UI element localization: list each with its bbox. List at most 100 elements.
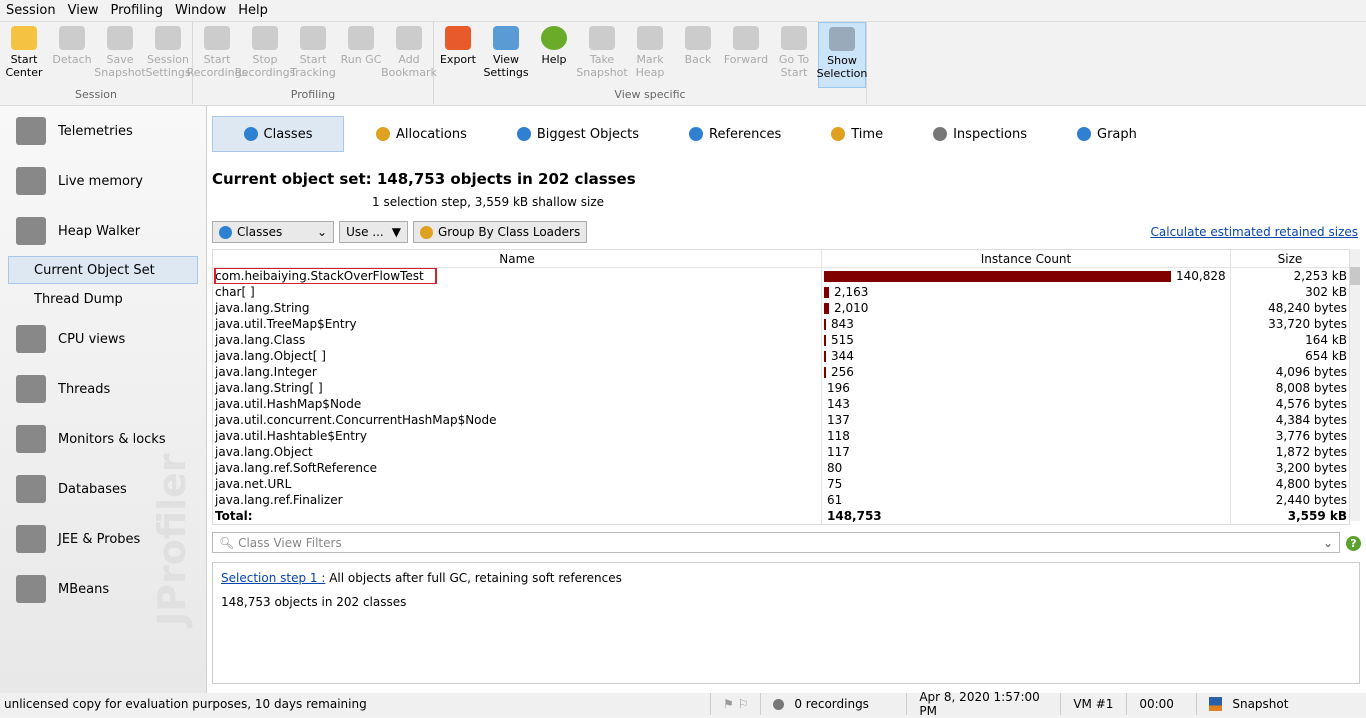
- sidebar-item-threads[interactable]: Threads: [0, 364, 206, 414]
- sidebar-subitem-current-object-set[interactable]: Current Object Set: [8, 256, 198, 284]
- table-row[interactable]: java.util.TreeMap$Entry 843 33,720 bytes: [213, 316, 1349, 332]
- start-center-button[interactable]: Start Center: [0, 22, 48, 88]
- tab-classes[interactable]: Classes: [212, 116, 344, 152]
- clipboard-icon: [155, 26, 181, 50]
- dropdown-arrow-icon: ▼: [391, 225, 401, 239]
- back-button[interactable]: Back: [674, 22, 722, 88]
- stop-recordings-button[interactable]: Stop Recordings: [235, 22, 295, 88]
- size-cell: 1,872 bytes: [1230, 444, 1349, 460]
- tab-label: Time: [851, 126, 884, 142]
- view-settings-button[interactable]: View Settings: [482, 22, 530, 88]
- tab-label: Allocations: [396, 126, 467, 142]
- table-row[interactable]: java.lang.Integer 256 4,096 bytes: [213, 364, 1349, 380]
- go-to-start-button[interactable]: Go To Start: [770, 22, 818, 88]
- class-name-cell: java.lang.Integer: [213, 364, 821, 380]
- class-name-cell: java.net.URL: [213, 476, 821, 492]
- help-button[interactable]: Help: [530, 22, 578, 88]
- instance-count-bar: [824, 350, 826, 362]
- sidebar-item-live-memory[interactable]: Live memory: [0, 156, 206, 206]
- table-row[interactable]: java.lang.ref.Finalizer 61 2,440 bytes: [213, 492, 1349, 508]
- toolbar-buttons: Export View Settings Help Take Snapshot Mark…: [434, 22, 867, 88]
- instance-count: 2,010: [834, 301, 869, 315]
- status-bar: unlicensed copy for evaluation purposes,…: [0, 690, 1366, 718]
- instance-count: 515: [831, 333, 854, 347]
- mark-heap-button[interactable]: Mark Heap: [626, 22, 674, 88]
- detach-button[interactable]: Detach: [48, 22, 96, 88]
- size-cell: 8,008 bytes: [1230, 380, 1349, 396]
- search-icon: 🔍︎: [219, 535, 235, 550]
- help-icon[interactable]: ?: [1346, 536, 1361, 551]
- table-row[interactable]: java.net.URL 75 4,800 bytes: [213, 476, 1349, 492]
- view-select[interactable]: Classes ⌄: [212, 221, 335, 243]
- run-gc-button[interactable]: Run GC: [337, 22, 385, 88]
- show-selection-button[interactable]: Show Selection: [817, 22, 867, 88]
- export-button[interactable]: Export: [434, 22, 482, 88]
- class-name: java.net.URL: [215, 477, 292, 491]
- take-snapshot-label: Take Snapshot: [576, 53, 628, 79]
- instance-count-bar: [824, 366, 826, 378]
- take-snapshot-button[interactable]: Take Snapshot: [576, 22, 628, 88]
- group-by-class-loaders-button[interactable]: Group By Class Loaders: [412, 221, 588, 243]
- detach-label: Detach: [52, 53, 92, 66]
- table-row[interactable]: java.lang.String 2,010 48,240 bytes: [213, 300, 1349, 316]
- sidebar-item-telemetries[interactable]: Telemetries: [0, 106, 206, 156]
- toolbar-group-label: Profiling: [290, 88, 336, 101]
- table-row[interactable]: com.heibaiying.StackOverFlowTest 140,828 2…: [213, 268, 1349, 284]
- table-row[interactable]: char[ ] 2,163 302 kB: [213, 284, 1349, 300]
- use-button[interactable]: Use ... ▼: [339, 221, 408, 243]
- classes-table: Name Instance Count Size com.heibaiying.Sta…: [212, 249, 1350, 525]
- table-row[interactable]: java.lang.Class 515 164 kB: [213, 332, 1349, 348]
- table-row[interactable]: java.util.Hashtable$Entry 118 3,776 bytes: [213, 428, 1349, 444]
- start-center-label: Start Center: [5, 53, 43, 79]
- size-cell: 4,096 bytes: [1230, 364, 1349, 380]
- tab-time[interactable]: Time: [813, 116, 901, 152]
- menu-window[interactable]: Window: [175, 3, 226, 18]
- sidebar-item-cpu-views[interactable]: CPU views: [0, 314, 206, 364]
- add-bookmark-button[interactable]: Add Bookmark: [381, 22, 437, 88]
- chevron-down-icon[interactable]: ⌄: [1323, 536, 1333, 550]
- menu-help[interactable]: Help: [238, 3, 268, 18]
- table-row[interactable]: java.lang.ref.SoftReference 80 3,200 bytes: [213, 460, 1349, 476]
- forward-button[interactable]: Forward: [722, 22, 770, 88]
- class-name: java.lang.Class: [215, 333, 306, 347]
- allocations-icon: [376, 127, 390, 141]
- tab-inspections[interactable]: Inspections: [915, 116, 1045, 152]
- toolbar-group-profiling: Start Recordings Stop Recordings Start Tra…: [187, 22, 437, 104]
- column-header-name[interactable]: Name: [213, 250, 821, 267]
- table-row[interactable]: java.lang.Object[ ] 344 654 kB: [213, 348, 1349, 364]
- session-settings-button[interactable]: Session Settings: [144, 22, 192, 88]
- table-row[interactable]: java.util.HashMap$Node 143 4,576 bytes: [213, 396, 1349, 412]
- menu-view[interactable]: View: [68, 3, 99, 18]
- detach-icon: [59, 26, 85, 50]
- selection-step-link[interactable]: Selection step 1 :: [221, 571, 325, 585]
- gc-icon: [348, 26, 374, 50]
- instance-count: 118: [827, 429, 850, 443]
- tab-graph[interactable]: Graph: [1059, 116, 1155, 152]
- sidebar-item-heap-walker[interactable]: Heap Walker: [0, 206, 206, 256]
- column-header-size[interactable]: Size: [1230, 250, 1349, 267]
- sidebar-item-label: CPU views: [58, 331, 126, 347]
- size-cell: 4,576 bytes: [1230, 396, 1349, 412]
- table-scrollbar[interactable]: [1350, 249, 1360, 521]
- column-header-instance-count[interactable]: Instance Count: [821, 250, 1230, 267]
- class-name-cell: com.heibaiying.StackOverFlowTest: [213, 268, 821, 284]
- table-row[interactable]: java.lang.Object 117 1,872 bytes: [213, 444, 1349, 460]
- tab-references[interactable]: References: [671, 116, 799, 152]
- toolbar: Start Center Detach Save Snapshot Session S…: [0, 22, 1366, 106]
- total-size: 3,559 kB: [1230, 508, 1349, 524]
- class-view-filter-input[interactable]: 🔍︎ Class View Filters ⌄: [212, 532, 1340, 553]
- page-subtitle: 1 selection step, 3,559 kB shallow size: [372, 195, 605, 209]
- table-row[interactable]: java.util.concurrent.ConcurrentHashMap$N…: [213, 412, 1349, 428]
- size-cell: 4,384 bytes: [1230, 412, 1349, 428]
- save-snapshot-button[interactable]: Save Snapshot: [94, 22, 146, 88]
- menu-session[interactable]: Session: [6, 3, 56, 18]
- instance-count-cell: 143: [821, 396, 1230, 412]
- tab-allocations[interactable]: Allocations: [358, 116, 485, 152]
- calculate-retained-sizes-link[interactable]: Calculate estimated retained sizes: [1151, 225, 1358, 239]
- tab-biggest-objects[interactable]: Biggest Objects: [499, 116, 657, 152]
- menu-profiling[interactable]: Profiling: [110, 3, 163, 18]
- table-row[interactable]: java.lang.String[ ] 196 8,008 bytes: [213, 380, 1349, 396]
- sidebar-subitem-thread-dump[interactable]: Thread Dump: [0, 284, 206, 314]
- start-tracking-button[interactable]: Start Tracking: [289, 22, 337, 88]
- folder-play-icon: [11, 26, 37, 50]
